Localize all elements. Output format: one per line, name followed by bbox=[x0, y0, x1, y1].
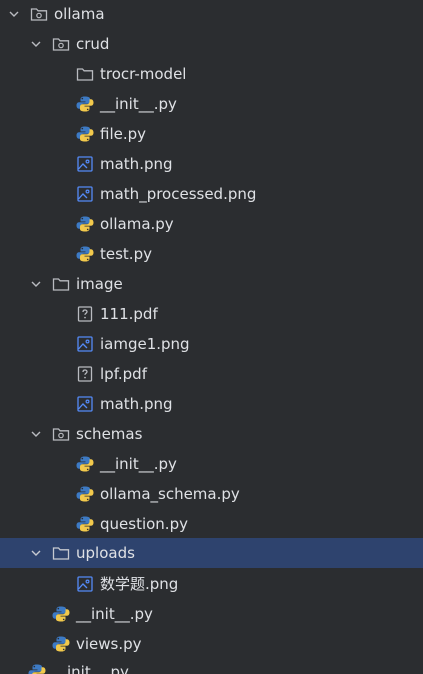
tree-item-label: schemas bbox=[76, 425, 143, 443]
tree-item-ollama[interactable]: ollama bbox=[0, 0, 423, 29]
chevron-down-icon[interactable] bbox=[6, 6, 22, 22]
python-file-icon bbox=[76, 485, 94, 503]
tree-item-init-py-2[interactable]: __init__.py bbox=[0, 449, 423, 479]
tree-item-label: math_processed.png bbox=[100, 185, 257, 203]
tree-item-label: __init__.py bbox=[52, 663, 129, 674]
tree-item-label: file.py bbox=[100, 125, 147, 143]
folder-icon bbox=[52, 275, 70, 293]
python-file-icon bbox=[76, 95, 94, 113]
python-file-icon bbox=[28, 663, 46, 674]
chevron-down-icon[interactable] bbox=[28, 426, 44, 442]
tree-item-test-py[interactable]: test.py bbox=[0, 239, 423, 269]
tree-item-init-py-3[interactable]: __init__.py bbox=[0, 599, 423, 629]
tree-item-label: uploads bbox=[76, 544, 135, 562]
tree-item-schemas[interactable]: schemas bbox=[0, 419, 423, 449]
chevron-down-icon[interactable] bbox=[28, 36, 44, 52]
tree-item-label: math.png bbox=[100, 155, 173, 173]
tree-item-label: __init__.py bbox=[100, 95, 177, 113]
chevron-down-icon[interactable] bbox=[28, 545, 44, 561]
image-file-icon bbox=[76, 575, 94, 593]
python-file-icon bbox=[52, 635, 70, 653]
tree-item-label: image bbox=[76, 275, 123, 293]
package-folder-icon bbox=[52, 35, 70, 53]
tree-item-init-py-root[interactable]: __init__.py bbox=[0, 657, 423, 674]
python-file-icon bbox=[76, 245, 94, 263]
package-folder-icon bbox=[30, 5, 48, 23]
image-file-icon bbox=[76, 155, 94, 173]
image-file-icon bbox=[76, 185, 94, 203]
tree-item-image[interactable]: image bbox=[0, 269, 423, 299]
project-tree: ollama crud trocr-model __init__.py file… bbox=[0, 0, 423, 674]
folder-icon bbox=[52, 544, 70, 562]
tree-item-label: trocr-model bbox=[100, 65, 187, 83]
python-file-icon bbox=[76, 215, 94, 233]
tree-item-label: test.py bbox=[100, 245, 152, 263]
tree-item-math-png-2[interactable]: math.png bbox=[0, 389, 423, 419]
tree-item-label: ollama bbox=[54, 5, 105, 23]
tree-item-label: views.py bbox=[76, 635, 142, 653]
image-file-icon bbox=[76, 335, 94, 353]
python-file-icon bbox=[52, 605, 70, 623]
tree-item-iamge1-png[interactable]: iamge1.png bbox=[0, 329, 423, 359]
tree-item-label: iamge1.png bbox=[100, 335, 190, 353]
tree-item-label: __init__.py bbox=[100, 455, 177, 473]
tree-item-uploads[interactable]: uploads bbox=[0, 538, 423, 568]
tree-item-math-png[interactable]: math.png bbox=[0, 149, 423, 179]
image-file-icon bbox=[76, 395, 94, 413]
python-file-icon bbox=[76, 515, 94, 533]
tree-item-ollama-schema-py[interactable]: ollama_schema.py bbox=[0, 479, 423, 509]
unknown-file-icon bbox=[76, 365, 94, 383]
tree-item-math-processed-png[interactable]: math_processed.png bbox=[0, 179, 423, 209]
python-file-icon bbox=[76, 125, 94, 143]
chevron-down-icon[interactable] bbox=[28, 276, 44, 292]
tree-item-111-pdf[interactable]: 111.pdf bbox=[0, 299, 423, 329]
tree-item-ollama-py[interactable]: ollama.py bbox=[0, 209, 423, 239]
tree-item-label: ollama_schema.py bbox=[100, 485, 240, 503]
tree-item-label: math.png bbox=[100, 395, 173, 413]
tree-item-question-py[interactable]: question.py bbox=[0, 509, 423, 539]
tree-item-file-py[interactable]: file.py bbox=[0, 119, 423, 149]
tree-item-crud[interactable]: crud bbox=[0, 29, 423, 59]
tree-item-math-problem-png[interactable]: 数学题.png bbox=[0, 569, 423, 599]
python-file-icon bbox=[76, 455, 94, 473]
tree-item-views-py[interactable]: views.py bbox=[0, 629, 423, 659]
tree-item-label: 111.pdf bbox=[100, 305, 158, 323]
tree-item-lpf-pdf[interactable]: lpf.pdf bbox=[0, 359, 423, 389]
tree-item-label: crud bbox=[76, 35, 110, 53]
tree-item-trocr-model[interactable]: trocr-model bbox=[0, 59, 423, 89]
package-folder-icon bbox=[52, 425, 70, 443]
tree-item-label: ollama.py bbox=[100, 215, 174, 233]
tree-item-label: question.py bbox=[100, 515, 188, 533]
folder-icon bbox=[76, 65, 94, 83]
tree-item-label: __init__.py bbox=[76, 605, 153, 623]
tree-item-label: 数学题.png bbox=[100, 575, 179, 593]
tree-item-init-py[interactable]: __init__.py bbox=[0, 89, 423, 119]
tree-item-label: lpf.pdf bbox=[100, 365, 147, 383]
unknown-file-icon bbox=[76, 305, 94, 323]
